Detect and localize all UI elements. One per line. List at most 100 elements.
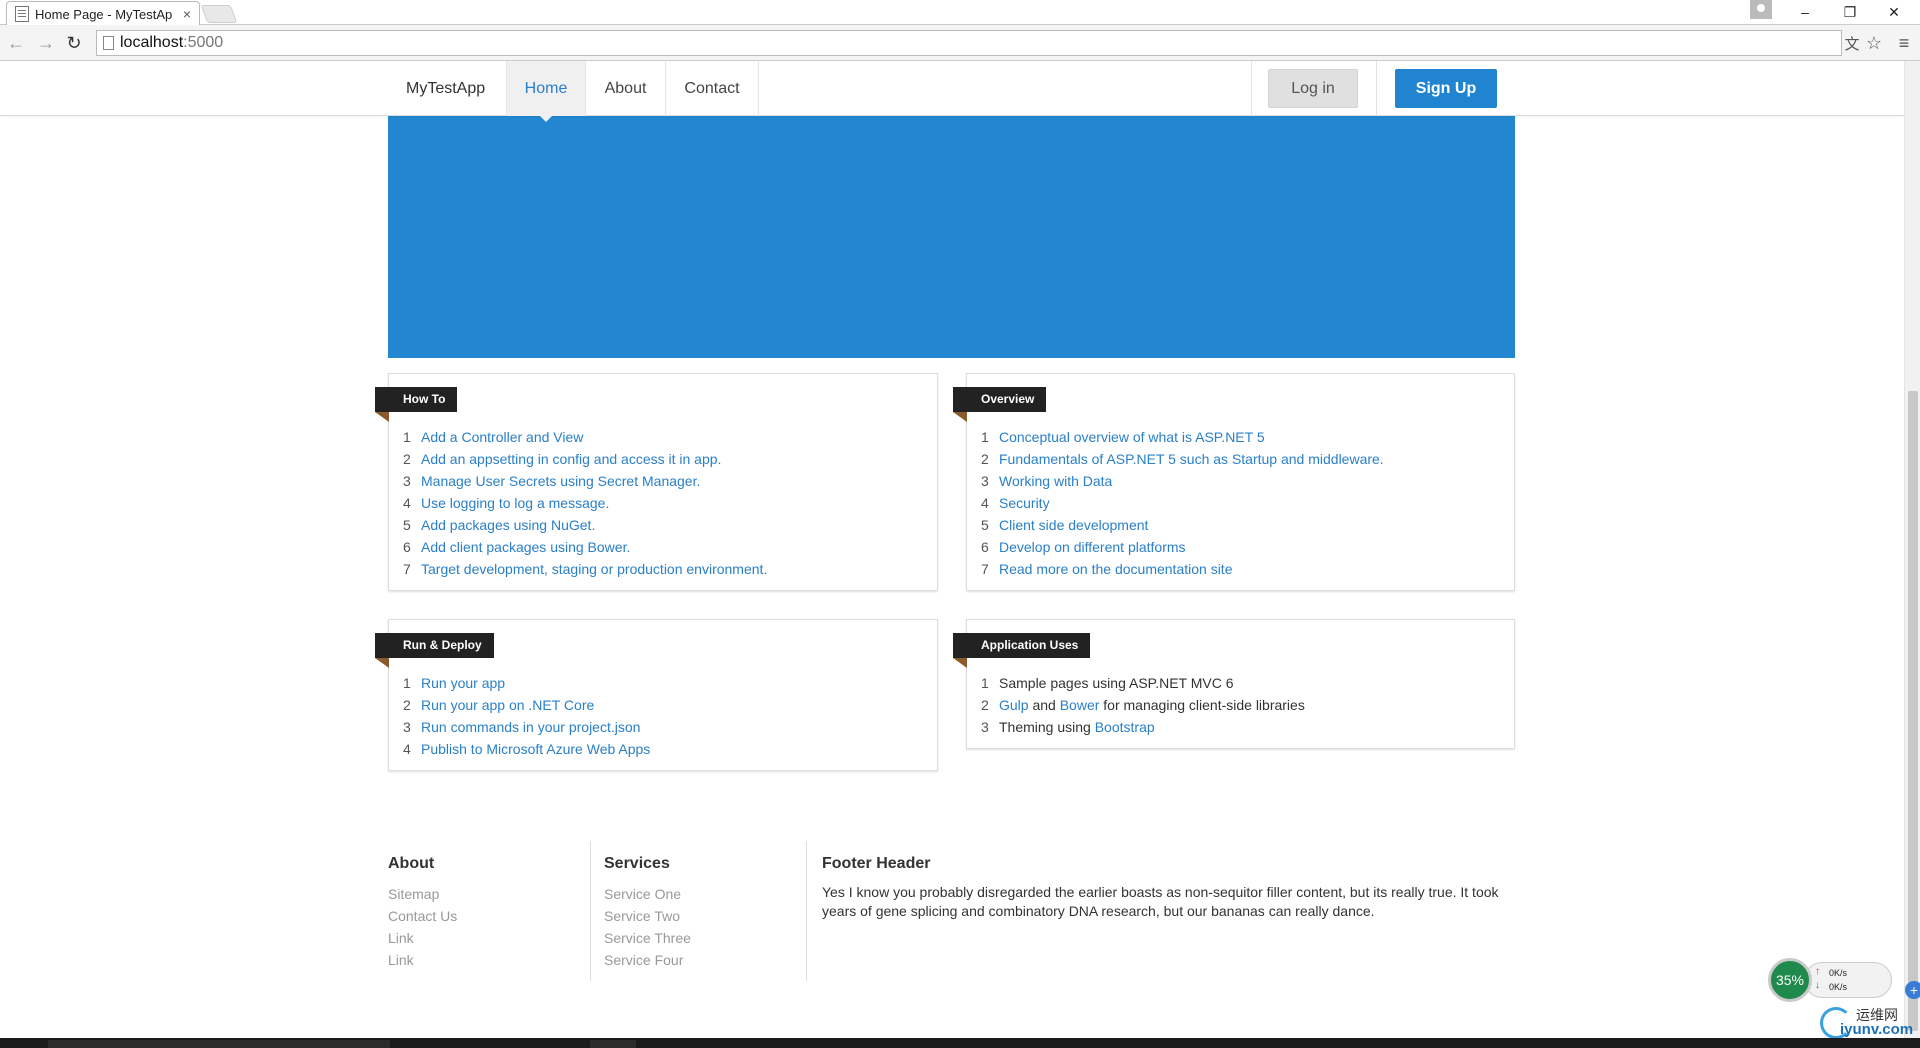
howto-link[interactable]: Use logging to log a message. — [421, 495, 609, 511]
nav-about[interactable]: About — [586, 61, 666, 116]
footer-about-column: About Sitemap Contact Us Link Link — [388, 841, 578, 981]
uses-list: 1 Sample pages using ASP.NET MVC 6 2 Gulp … — [981, 672, 1305, 738]
url-port: :5000 — [183, 34, 224, 51]
overview-link[interactable]: Read more on the documentation site — [999, 561, 1232, 577]
bookmark-star-icon[interactable]: ☆ — [1865, 33, 1883, 53]
site-watermark: 运维网 iyunv.com — [1820, 1005, 1920, 1039]
speed-box: ↑ 0K/s ↓ 0K/s + — [1804, 962, 1920, 999]
hero-banner — [388, 116, 1515, 358]
taskbar-item[interactable] — [590, 1040, 636, 1048]
login-button[interactable]: Log in — [1268, 69, 1358, 108]
footer-link[interactable]: Link — [388, 949, 578, 971]
panel-run-deploy: Run & Deploy 1 Run your app 2 Run your app… — [375, 619, 938, 771]
footer-link[interactable]: Service One — [604, 883, 784, 905]
list-item: 5 Client side development — [981, 517, 1149, 533]
list-item: 1 Conceptual overview of what is ASP.NET … — [981, 429, 1265, 445]
overview-link[interactable]: Security — [999, 495, 1050, 511]
brand-link[interactable]: MyTestApp — [388, 61, 503, 116]
list-item: 2 Run your app on .NET Core — [403, 697, 595, 713]
new-tab-button[interactable] — [200, 5, 238, 23]
footer-link[interactable]: Service Four — [604, 949, 784, 971]
panel-label: Overview — [953, 387, 1047, 422]
profile-icon[interactable] — [1750, 0, 1772, 19]
browser-menu-icon[interactable]: ≡ — [1895, 33, 1913, 53]
overview-link[interactable]: Working with Data — [999, 473, 1112, 489]
howto-link[interactable]: Target development, staging or productio… — [421, 561, 767, 577]
page-scrollbar[interactable] — [1904, 61, 1920, 1038]
footer-services-column: Services Service One Service Two Service… — [604, 841, 784, 981]
list-item: 6 Add client packages using Bower. — [403, 539, 631, 555]
howto-link[interactable]: Add a Controller and View — [421, 429, 583, 445]
restore-button[interactable]: ❐ — [1830, 0, 1870, 24]
back-icon[interactable]: ← — [4, 31, 28, 55]
deploy-link[interactable]: Run your app — [421, 675, 505, 691]
list-item: 3 Run commands in your project.json — [403, 719, 641, 735]
howto-link[interactable]: Add an appsetting in config and access i… — [421, 451, 721, 467]
overview-link[interactable]: Develop on different platforms — [999, 539, 1186, 555]
panel-how-to: How To 1 Add a Controller and View 2 Add a… — [375, 373, 938, 591]
taskbar-item[interactable] — [48, 1040, 390, 1048]
uses-text: Sample pages using ASP.NET MVC 6 — [999, 675, 1234, 691]
gulp-link[interactable]: Gulp — [999, 697, 1029, 713]
window-close-button[interactable]: ✕ — [1874, 0, 1914, 24]
footer-header-title: Footer Header — [822, 855, 931, 872]
tab-close-icon[interactable]: × — [183, 6, 191, 22]
list-item: 2 Add an appsetting in config and access … — [403, 451, 722, 467]
translate-icon[interactable]: 文 — [1843, 34, 1861, 53]
tab-title: Home Page - MyTestAp — [35, 6, 173, 22]
howto-link[interactable]: Add packages using NuGet. — [421, 517, 595, 533]
panel-label: Run & Deploy — [375, 633, 494, 668]
page-viewport: MyTestApp Home About Contact Log in Sign… — [0, 61, 1904, 1038]
footer-link[interactable]: Contact Us — [388, 905, 578, 927]
browser-toolbar: ← → ↻ localhost:5000 文 ☆ ≡ — [0, 25, 1920, 61]
footer-link[interactable]: Link — [388, 927, 578, 949]
signup-button[interactable]: Sign Up — [1395, 69, 1497, 108]
upload-speed: 0K/s — [1829, 968, 1848, 978]
scrollbar-thumb[interactable] — [1908, 391, 1918, 1031]
deploy-link[interactable]: Run commands in your project.json — [421, 719, 640, 735]
overview-link[interactable]: Conceptual overview of what is ASP.NET 5 — [999, 429, 1265, 445]
memory-percent: 35% — [1768, 958, 1812, 1002]
deploy-list: 1 Run your app 2 Run your app on .NET Core… — [403, 672, 650, 760]
os-taskbar — [0, 1038, 1920, 1048]
list-item: 1 Run your app — [403, 675, 506, 691]
login-container: Log in — [1251, 61, 1377, 116]
deploy-link[interactable]: Run your app on .NET Core — [421, 697, 594, 713]
overview-link[interactable]: Client side development — [999, 517, 1148, 533]
bootstrap-link[interactable]: Bootstrap — [1095, 719, 1155, 735]
plus-icon[interactable]: + — [1905, 981, 1920, 999]
minimize-button[interactable]: – — [1785, 0, 1825, 24]
list-item: 7 Target development, staging or producti… — [403, 561, 768, 577]
list-item: 7 Read more on the documentation site — [981, 561, 1233, 577]
list-item: 4 Security — [981, 495, 1050, 511]
footer-header-column: Footer Header Yes I know you probably di… — [822, 841, 1502, 981]
deploy-link[interactable]: Publish to Microsoft Azure Web Apps — [421, 741, 650, 757]
network-speed-widget[interactable]: ↑ 0K/s ↓ 0K/s + 35% — [1768, 954, 1920, 1002]
address-bar[interactable]: localhost:5000 — [96, 30, 1842, 56]
footer-divider — [590, 841, 591, 981]
list-item: 4 Publish to Microsoft Azure Web Apps — [403, 741, 651, 757]
bower-link[interactable]: Bower — [1060, 697, 1100, 713]
howto-link[interactable]: Manage User Secrets using Secret Manager… — [421, 473, 700, 489]
overview-link[interactable]: Fundamentals of ASP.NET 5 such as Startu… — [999, 451, 1384, 467]
footer-link[interactable]: Service Three — [604, 927, 784, 949]
reload-icon[interactable]: ↻ — [62, 31, 86, 55]
howto-link[interactable]: Add client packages using Bower. — [421, 539, 630, 555]
list-item: 6 Develop on different platforms — [981, 539, 1186, 555]
nav-contact[interactable]: Contact — [666, 61, 759, 116]
panel-overview: Overview 1 Conceptual overview of what is… — [953, 373, 1515, 591]
page-favicon-icon — [15, 6, 29, 22]
footer-link[interactable]: Service Two — [604, 905, 784, 927]
list-item: 2 Gulp and Bower for managing client-side… — [981, 697, 1305, 713]
browser-tab[interactable]: Home Page - MyTestAp × — [6, 1, 200, 26]
list-item: 1 Add a Controller and View — [403, 429, 584, 445]
nav-home[interactable]: Home — [506, 61, 586, 122]
page-icon — [103, 36, 114, 50]
download-speed: 0K/s — [1829, 982, 1848, 992]
browser-tabstrip: Home Page - MyTestAp × – ❐ ✕ — [0, 0, 1920, 26]
footer-link[interactable]: Sitemap — [388, 883, 578, 905]
forward-icon[interactable]: → — [34, 31, 58, 55]
uses-text: for managing client-side libraries — [1099, 697, 1305, 713]
list-item: 5 Add packages using NuGet. — [403, 517, 596, 533]
url-host: localhost — [120, 34, 184, 51]
